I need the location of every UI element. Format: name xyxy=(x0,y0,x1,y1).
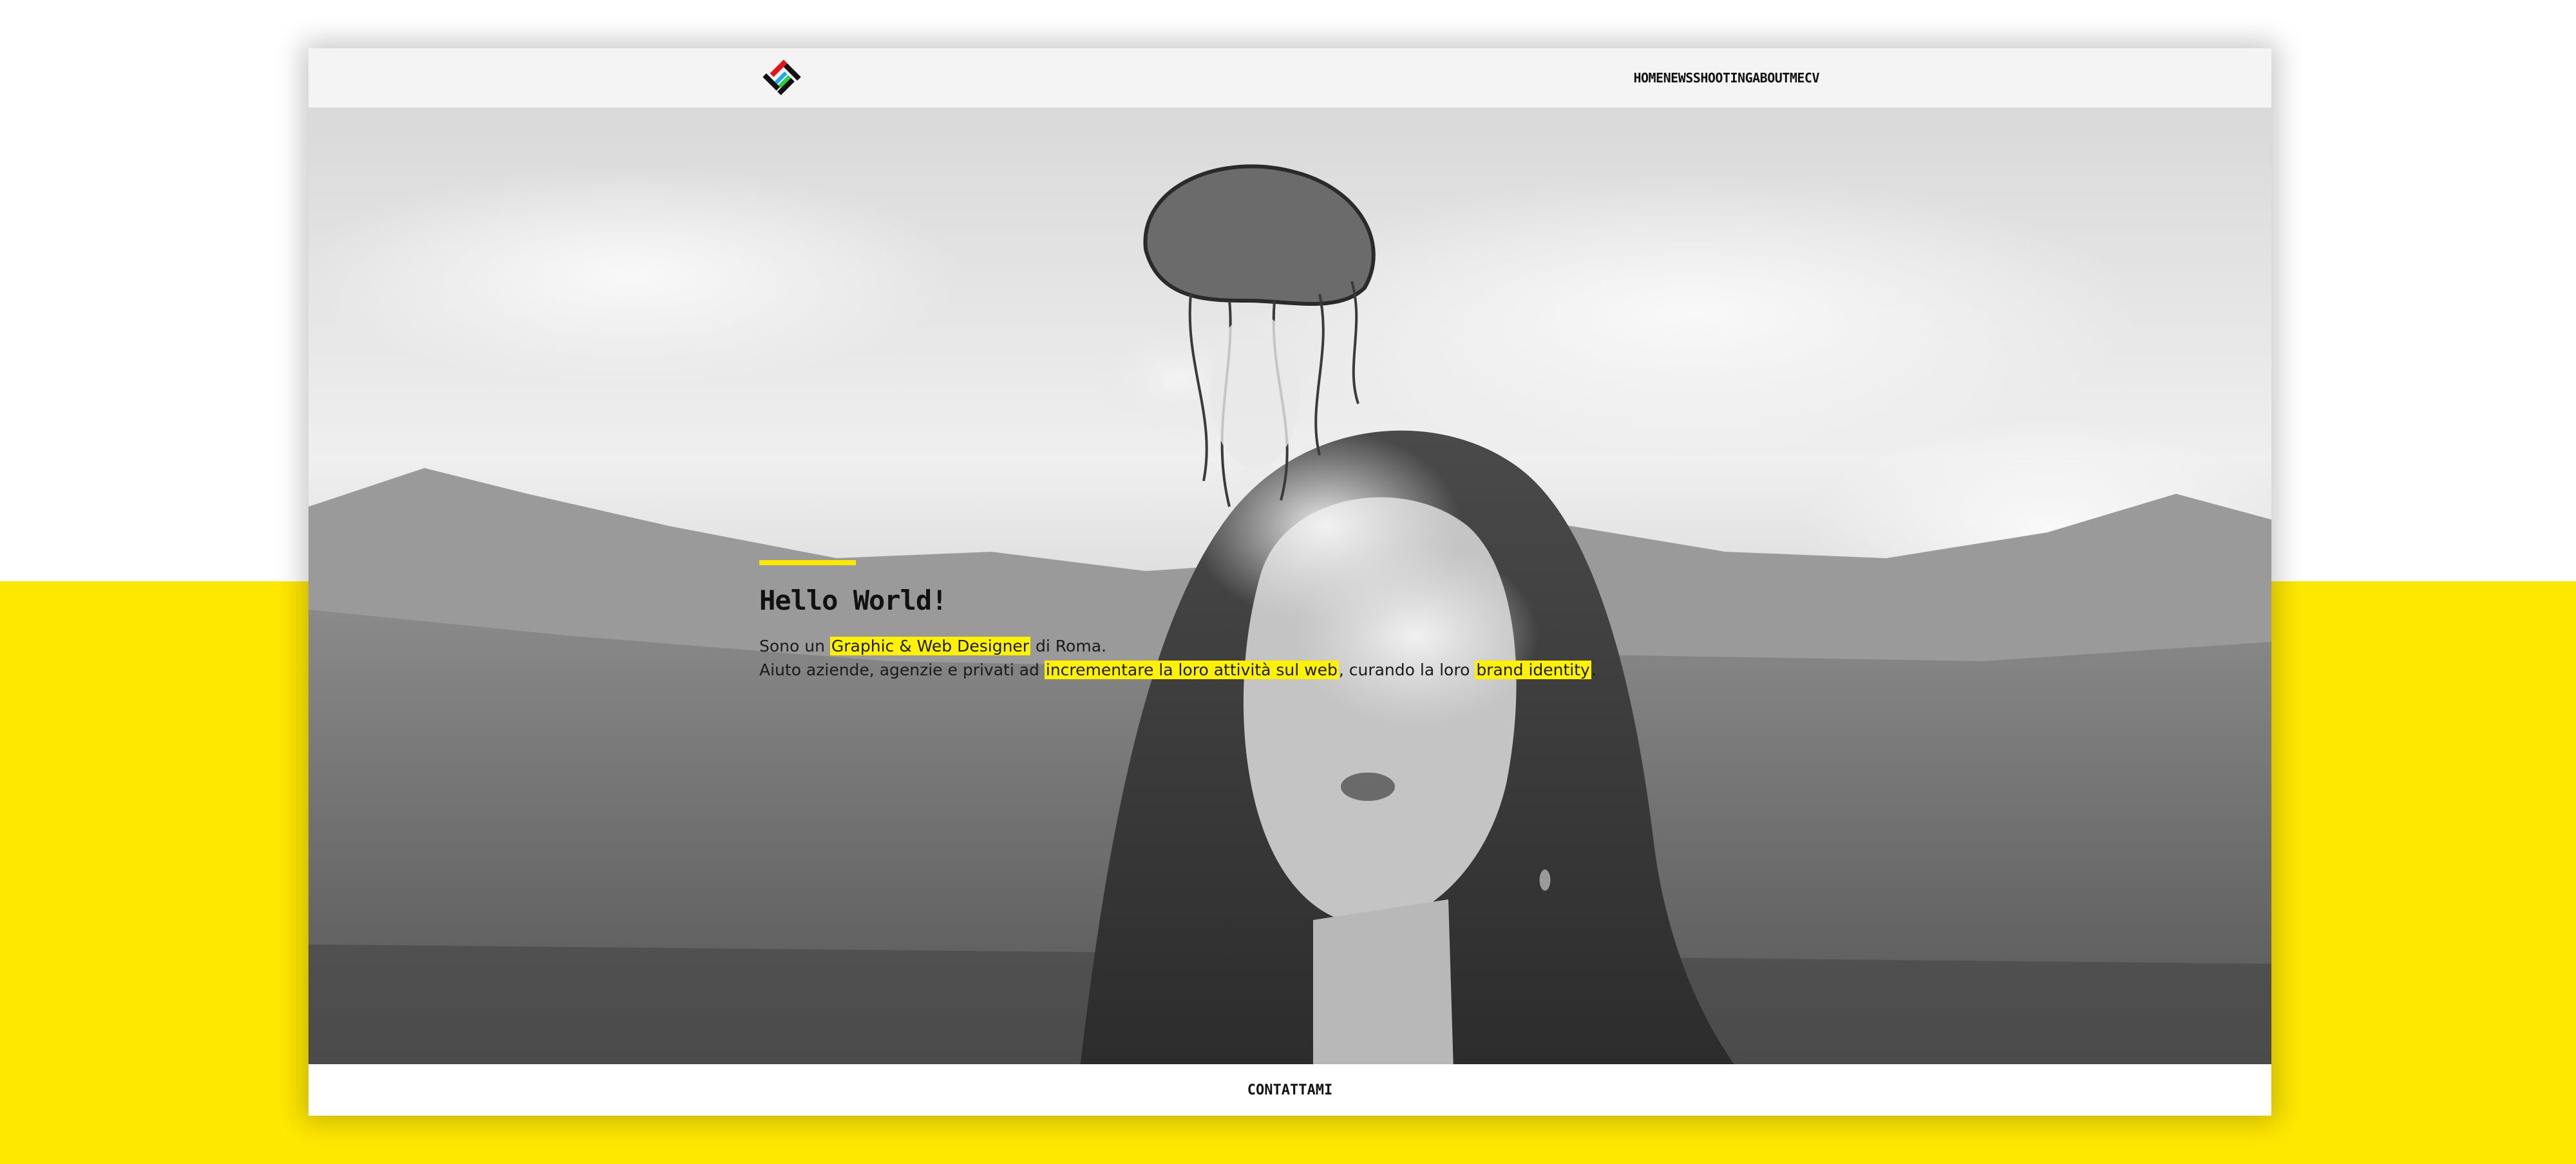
hero-line-2-prefix: Aiuto aziende, agenzie e privati ad xyxy=(759,661,1045,679)
hero-line-2: Aiuto aziende, agenzie e privati ad incr… xyxy=(759,658,1725,682)
hero-line-2-suffix: . xyxy=(1591,661,1596,679)
hero-line-1-suffix: di Roma. xyxy=(1030,637,1106,655)
page: HOME NEWS SHOOTING ABOUTME CV Hello Worl… xyxy=(0,0,2576,1164)
hero-title: Hello World! xyxy=(759,585,947,616)
site-footer: CONTATTAMI xyxy=(308,1064,2271,1116)
nav-news[interactable]: NEWS xyxy=(1663,70,1694,86)
hero-intro: Sono un Graphic & Web Designer di Roma. … xyxy=(759,634,1725,682)
hero-section: Hello World! Sono un Graphic & Web Desig… xyxy=(308,108,2271,1113)
diamond-logo-icon[interactable] xyxy=(759,55,804,100)
hero-content: Hello World! Sono un Graphic & Web Desig… xyxy=(759,560,1725,682)
highlight-incrementare: incrementare la loro attività sul web xyxy=(1044,661,1339,679)
hero-line-1: Sono un Graphic & Web Designer di Roma. xyxy=(759,634,1725,658)
highlight-graphic-web-designer: Graphic & Web Designer xyxy=(829,637,1031,655)
hero-line-2-middle: , curando la loro xyxy=(1338,661,1475,679)
contact-link[interactable]: CONTATTAMI xyxy=(1247,1082,1332,1098)
hero-line-1-prefix: Sono un xyxy=(759,637,830,655)
main-nav: HOME NEWS SHOOTING ABOUTME CV xyxy=(1633,48,1819,108)
site-header: HOME NEWS SHOOTING ABOUTME CV xyxy=(308,48,2271,108)
nav-aboutme[interactable]: ABOUTME xyxy=(1752,70,1804,86)
nav-shooting[interactable]: SHOOTING xyxy=(1693,70,1753,86)
highlight-brand-identity: brand identity xyxy=(1475,661,1591,679)
nav-home[interactable]: HOME xyxy=(1633,70,1663,86)
accent-bar xyxy=(759,560,856,565)
nav-cv[interactable]: CV xyxy=(1804,70,1820,86)
site-frame: HOME NEWS SHOOTING ABOUTME CV Hello Worl… xyxy=(308,48,2271,1116)
